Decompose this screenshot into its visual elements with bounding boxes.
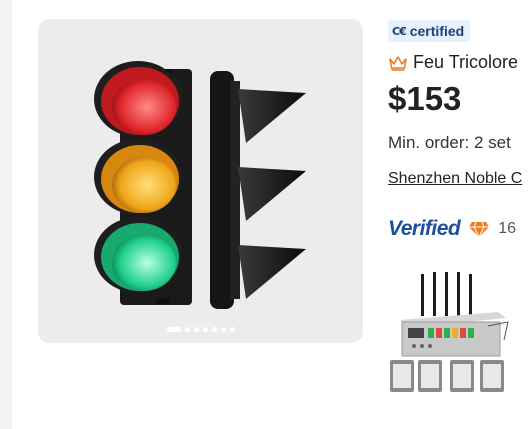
supplier-years: 16 — [498, 220, 517, 237]
page: C€ certified Feu Tricolore $153 Min. ord… — [12, 0, 532, 429]
gallery-dot[interactable] — [229, 327, 235, 332]
supplier-verification: Verified 16 — [388, 217, 516, 241]
product-info: C€ certified Feu Tricolore $153 Min. ord… — [388, 0, 532, 429]
gallery-dot[interactable] — [202, 327, 208, 332]
crown-icon — [389, 55, 407, 71]
product-title[interactable]: Feu Tricolore — [413, 52, 518, 73]
product-image-gallery[interactable] — [38, 19, 363, 343]
gallery-dot[interactable] — [193, 327, 199, 332]
supplier-link[interactable]: Shenzhen Noble C — [388, 170, 522, 188]
traffic-light-image[interactable] — [38, 19, 363, 343]
gallery-pagination[interactable] — [38, 327, 363, 332]
product-title-row[interactable]: Feu Tricolore — [388, 52, 518, 73]
certification-label: certified — [409, 23, 465, 39]
verified-logo[interactable]: Verified — [388, 217, 461, 241]
certification-badge[interactable]: C€ certified — [388, 20, 471, 42]
ce-mark-icon: C€ — [392, 24, 407, 38]
gallery-dot[interactable] — [184, 327, 190, 332]
product-price: $153 — [388, 80, 462, 117]
gallery-dot[interactable] — [220, 327, 226, 332]
gallery-dot[interactable] — [166, 327, 181, 332]
gallery-dot[interactable] — [211, 327, 217, 332]
diamond-icon — [469, 221, 490, 238]
minimum-order: Min. order: 2 set — [388, 133, 511, 152]
related-product-thumbnail[interactable] — [388, 270, 515, 396]
signal-device-image[interactable] — [388, 270, 515, 396]
